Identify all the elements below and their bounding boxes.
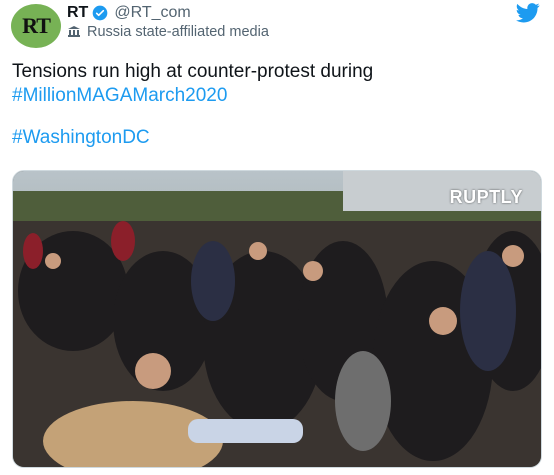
handle[interactable]: @RT_com [114, 4, 190, 22]
tweet-video[interactable]: RUPTLY [12, 170, 542, 468]
hashtag-link[interactable]: #MillionMAGAMarch2020 [12, 84, 542, 108]
tweet-text-line: Tensions run high at counter-protest dur… [12, 61, 374, 82]
state-media-label-text: Russia state-affiliated media [87, 24, 269, 40]
avatar[interactable]: RT [11, 4, 61, 48]
verified-badge-icon [92, 5, 108, 21]
video-frame [13, 171, 541, 467]
author-row: RT @RT_com [67, 4, 191, 22]
flag-icon [67, 25, 81, 39]
twitter-bird-icon[interactable] [516, 2, 540, 24]
state-media-label[interactable]: Russia state-affiliated media [67, 24, 269, 40]
hashtag-link[interactable]: #WashingtonDC [12, 126, 542, 150]
video-watermark: RUPTLY [449, 187, 523, 207]
tweet-text: Tensions run high at counter-protest dur… [12, 60, 542, 150]
avatar-logo-text: RT [22, 13, 51, 38]
display-name[interactable]: RT [67, 4, 88, 22]
